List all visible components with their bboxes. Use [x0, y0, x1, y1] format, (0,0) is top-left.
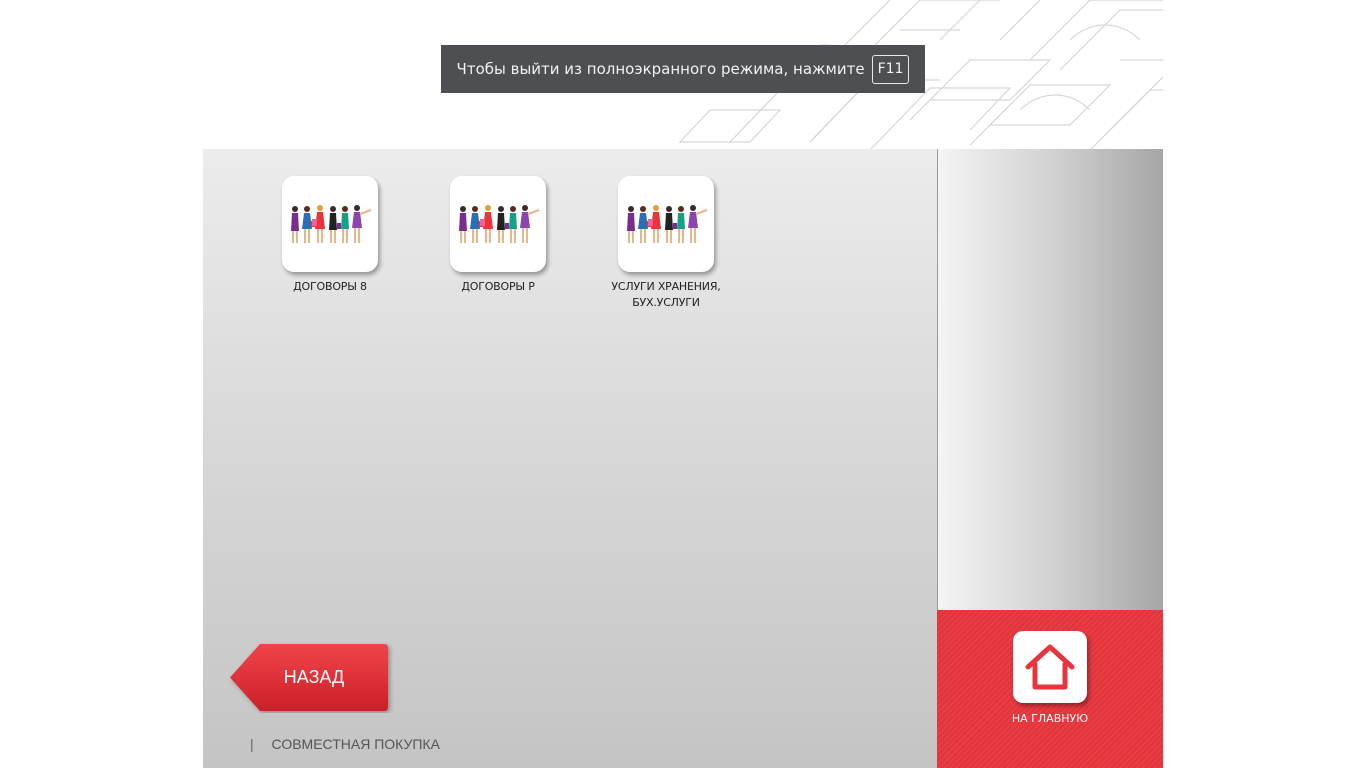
- breadcrumb: | СОВМЕСТНАЯ ПОКУПКА: [250, 736, 440, 752]
- home-panel: НА ГЛАВНУЮ: [937, 610, 1163, 768]
- catalog-panel: ДОГОВОРЫ 8 ДОГОВОРЫ Р УСЛУГИ ХРАНЕНИЯ, Б…: [203, 149, 937, 768]
- tile-contracts-p[interactable]: ДОГОВОРЫ Р: [428, 176, 568, 295]
- tile-label: ДОГОВОРЫ 8: [293, 280, 367, 293]
- tile-label: УСЛУГИ ХРАНЕНИЯ, БУХ.УСЛУГИ: [611, 280, 721, 309]
- back-button-label: НАЗАД: [283, 667, 345, 687]
- tile-storage-accounting[interactable]: УСЛУГИ ХРАНЕНИЯ, БУХ.УСЛУГИ: [596, 176, 736, 311]
- kiosk-screen: Чтобы выйти из полноэкранного режима, на…: [0, 0, 1366, 768]
- breadcrumb-item[interactable]: СОВМЕСТНАЯ ПОКУПКА: [272, 736, 440, 752]
- breadcrumb-separator: |: [250, 736, 254, 752]
- back-button[interactable]: НАЗАД: [228, 642, 388, 713]
- shopping-women-icon[interactable]: [450, 176, 546, 272]
- home-label: НА ГЛАВНУЮ: [1011, 712, 1089, 725]
- home-button[interactable]: [1013, 631, 1087, 703]
- home-icon: [1025, 644, 1075, 690]
- tile-label: ДОГОВОРЫ Р: [461, 280, 535, 293]
- fullscreen-toast: Чтобы выйти из полноэкранного режима, на…: [441, 45, 925, 93]
- side-panel: [937, 149, 1163, 610]
- f11-key-badge: F11: [871, 54, 910, 84]
- shopping-women-icon[interactable]: [282, 176, 378, 272]
- shopping-women-icon[interactable]: [618, 176, 714, 272]
- tile-contracts-8[interactable]: ДОГОВОРЫ 8: [260, 176, 400, 295]
- toast-message: Чтобы выйти из полноэкранного режима, на…: [456, 60, 865, 78]
